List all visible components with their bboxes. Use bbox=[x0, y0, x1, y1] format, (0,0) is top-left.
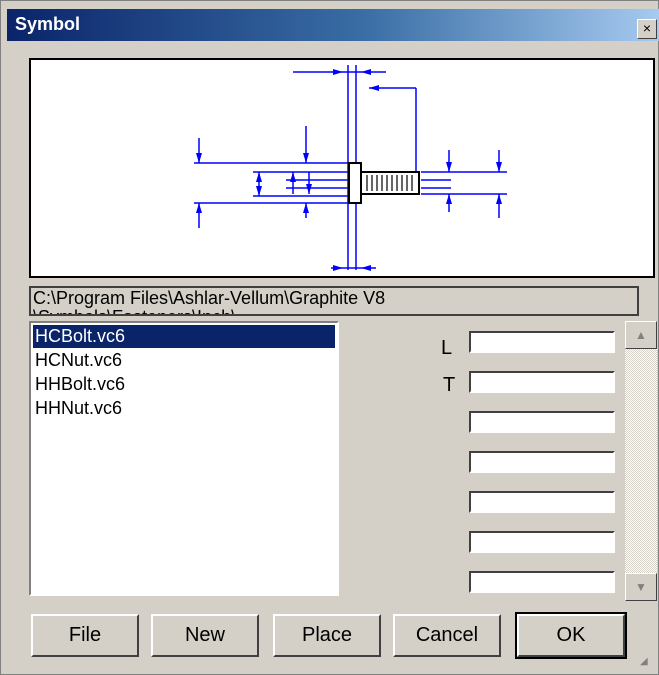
symbol-preview bbox=[29, 58, 655, 278]
path-display: C:\Program Files\Ashlar-Vellum\Graphite … bbox=[29, 286, 639, 316]
scroll-down-button[interactable]: ▼ bbox=[625, 573, 657, 601]
param-field-4[interactable] bbox=[469, 451, 615, 473]
params-scrollbar[interactable]: ▲ ▼ bbox=[625, 321, 657, 601]
param-field-1[interactable] bbox=[469, 331, 615, 353]
symbol-dialog: Symbol × C:\Program Files\Ashlar-Vellum\… bbox=[0, 0, 659, 675]
cancel-button[interactable]: Cancel bbox=[393, 614, 501, 657]
file-button[interactable]: File bbox=[31, 614, 139, 657]
bolt-drawing bbox=[194, 65, 507, 271]
close-button[interactable]: × bbox=[637, 19, 657, 39]
param-field-3[interactable] bbox=[469, 411, 615, 433]
list-item[interactable]: HCBolt.vc6 bbox=[33, 325, 335, 348]
param-field-6[interactable] bbox=[469, 531, 615, 553]
path-line-1: C:\Program Files\Ashlar-Vellum\Graphite … bbox=[33, 288, 386, 308]
scroll-up-button[interactable]: ▲ bbox=[625, 321, 657, 349]
param-field-5[interactable] bbox=[469, 491, 615, 513]
symbol-file-list[interactable]: HCBolt.vc6 HCNut.vc6 HHBolt.vc6 HHNut.vc… bbox=[29, 321, 339, 596]
title-bar[interactable]: Symbol × bbox=[7, 9, 659, 41]
param-label-l: L bbox=[441, 337, 453, 359]
list-item[interactable]: HHBolt.vc6 bbox=[33, 373, 335, 396]
window-title: Symbol bbox=[15, 14, 81, 34]
place-button[interactable]: Place bbox=[273, 614, 381, 657]
list-item[interactable]: HCNut.vc6 bbox=[33, 349, 335, 372]
param-field-2[interactable] bbox=[469, 371, 615, 393]
new-button[interactable]: New bbox=[151, 614, 259, 657]
param-label-t: T bbox=[443, 374, 456, 396]
param-field-7[interactable] bbox=[469, 571, 615, 593]
path-line-2: \Symbols\Fasteners\Inch\ bbox=[33, 307, 236, 314]
ok-button[interactable]: OK bbox=[515, 612, 627, 659]
resize-grip-icon[interactable]: ◢ bbox=[640, 656, 654, 670]
list-item[interactable]: HHNut.vc6 bbox=[33, 397, 335, 420]
